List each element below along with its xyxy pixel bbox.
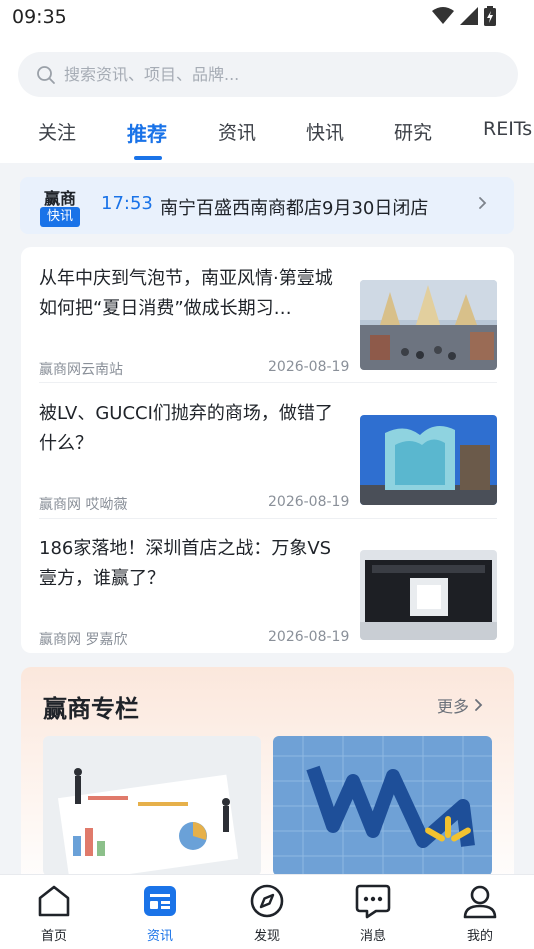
tab-flash[interactable]: 快讯 [306, 118, 344, 145]
news-thumbnail [360, 550, 497, 640]
news-date: 2026-08-19 [268, 629, 350, 645]
tab-reits[interactable]: REITs [483, 118, 532, 140]
profile-icon [463, 885, 497, 919]
header-area: 09:35 关注 推荐 资讯 快讯 研究 REITs [0, 0, 534, 163]
compass-icon [250, 884, 284, 918]
tab-research[interactable]: 研究 [394, 118, 432, 145]
column-title: 赢商专栏 [43, 695, 139, 723]
news-item[interactable]: 被LV、GUCCI们抛弃的商场，做错了什么？ 赢商网 哎呦薇 2026-08-1… [39, 399, 497, 518]
flash-tag-badge: 快讯 [40, 207, 80, 227]
flash-news-banner[interactable]: 赢商 快讯 17:53 南宁百盛西南商都店9月30日闭店 [20, 177, 514, 234]
nav-discover-label: 发现 [253, 929, 280, 944]
nav-profile[interactable]: 我的 [440, 875, 520, 949]
chevron-right-icon [479, 197, 487, 209]
nav-news[interactable]: 资讯 [120, 875, 200, 949]
flash-brand: 赢商 [43, 189, 76, 208]
news-title: 186家落地！深圳首店之战：万象VS壹方，谁赢了？ [39, 538, 332, 589]
news-icon [144, 886, 176, 916]
category-tabs: 关注 推荐 资讯 快讯 研究 REITs [0, 106, 534, 163]
search-bar[interactable] [18, 52, 518, 97]
news-thumbnail [360, 280, 497, 370]
more-link[interactable]: 更多 [437, 693, 483, 717]
nav-news-label: 资讯 [146, 929, 173, 944]
status-time: 09:35 [12, 6, 67, 28]
active-tab-indicator [134, 156, 162, 160]
news-item[interactable]: 从年中庆到气泡节，南亚风情·第壹城如何把“夏日消费”做成长期习… 赢商网云南站 … [39, 264, 497, 383]
nav-messages-label: 消息 [359, 929, 386, 944]
status-bar: 09:35 [0, 0, 534, 36]
news-source: 赢商网 罗嘉欣 [39, 632, 128, 648]
nav-home[interactable]: 首页 [14, 875, 94, 949]
nav-discover[interactable]: 发现 [227, 875, 307, 949]
column-article-card[interactable] [273, 736, 492, 876]
tab-follow[interactable]: 关注 [38, 118, 76, 145]
news-item[interactable]: 186家落地！深圳首店之战：万象VS壹方，谁赢了？ 赢商网 罗嘉欣 2026-0… [39, 534, 497, 653]
chevron-right-icon [475, 699, 483, 711]
divider [39, 382, 497, 383]
search-icon [37, 65, 55, 84]
news-date: 2026-08-19 [268, 359, 350, 375]
nav-home-label: 首页 [40, 929, 67, 944]
tab-recommended[interactable]: 推荐 [127, 118, 167, 147]
news-thumbnail [360, 415, 497, 505]
flash-time: 17:53 [101, 193, 153, 214]
news-title: 从年中庆到气泡节，南亚风情·第壹城如何把“夏日消费”做成长期习… [39, 268, 333, 319]
search-input[interactable] [64, 65, 464, 84]
status-icons [432, 6, 496, 26]
flash-title: 南宁百盛西南商都店9月30日闭店 [160, 198, 429, 219]
wifi-icon [432, 7, 454, 24]
battery-icon [484, 6, 496, 26]
column-section: 赢商专栏 更多 [21, 667, 514, 897]
nav-messages[interactable]: 消息 [333, 875, 413, 949]
news-source: 赢商网云南站 [39, 362, 123, 378]
nav-profile-label: 我的 [466, 929, 493, 944]
column-article-card[interactable] [43, 736, 261, 876]
more-link-label: 更多 [437, 697, 470, 716]
bottom-navigation: 首页 资讯 发现 消息 我的 [0, 874, 534, 949]
news-list: 从年中庆到气泡节，南亚风情·第壹城如何把“夏日消费”做成长期习… 赢商网云南站 … [21, 247, 514, 653]
divider [39, 518, 497, 519]
tab-news[interactable]: 资讯 [218, 118, 256, 145]
message-icon [355, 884, 391, 919]
news-source: 赢商网 哎呦薇 [39, 497, 128, 513]
news-date: 2026-08-19 [268, 494, 350, 510]
news-title: 被LV、GUCCI们抛弃的商场，做错了什么？ [39, 403, 333, 454]
signal-icon [460, 7, 478, 25]
home-icon [38, 885, 70, 917]
